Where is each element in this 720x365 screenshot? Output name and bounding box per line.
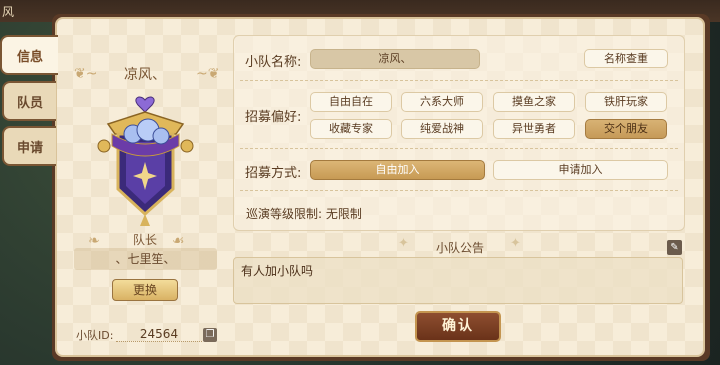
preference-tag[interactable]: 收藏专家 bbox=[310, 119, 392, 139]
divider bbox=[240, 80, 678, 81]
preference-tag[interactable]: 摸鱼之家 bbox=[493, 92, 575, 112]
notice-left-deco-icon: ✦ bbox=[398, 236, 409, 251]
method-label: 招募方式: bbox=[245, 166, 302, 181]
tab-apply[interactable]: 申请 bbox=[2, 126, 56, 166]
divider bbox=[240, 190, 678, 191]
notice-right-deco-icon: ✦ bbox=[510, 236, 521, 251]
left-flourish-icon: ❦~ bbox=[74, 66, 98, 82]
confirm-button[interactable]: 确认 bbox=[415, 311, 501, 342]
notice-title: 小队公告 bbox=[435, 241, 484, 255]
free-join-option[interactable]: 自由加入 bbox=[310, 160, 485, 180]
tab-members[interactable]: 队员 bbox=[2, 81, 56, 121]
preference-tag-selected[interactable]: 交个朋友 bbox=[585, 119, 667, 139]
name-check-button[interactable]: 名称查重 bbox=[584, 49, 668, 68]
preference-tag[interactable]: 纯爱战神 bbox=[401, 119, 483, 139]
edit-icon[interactable]: ✎ bbox=[667, 240, 682, 255]
leader-left-flourish-icon: ❧ bbox=[88, 233, 100, 249]
preference-tag[interactable]: 铁肝玩家 bbox=[585, 92, 667, 112]
level-limit-text: 巡演等级限制: 无限制 bbox=[246, 207, 362, 221]
preference-tag[interactable]: 自由自在 bbox=[310, 92, 392, 112]
notice-content[interactable]: 有人加小队吗 bbox=[233, 257, 683, 304]
preference-label: 招募偏好: bbox=[245, 110, 302, 125]
apply-join-option[interactable]: 申请加入 bbox=[493, 160, 668, 180]
preference-tag[interactable]: 六系大师 bbox=[401, 92, 483, 112]
team-id-value: 24564 bbox=[116, 327, 202, 342]
copy-icon[interactable]: ❐ bbox=[203, 328, 217, 342]
team-name-label: 小队名称: bbox=[245, 55, 302, 70]
preference-tag[interactable]: 异世勇者 bbox=[493, 119, 575, 139]
team-emblem-icon bbox=[97, 96, 194, 226]
right-flourish-icon: ~❦ bbox=[196, 66, 220, 82]
team-id-label: 小队ID: bbox=[76, 329, 114, 342]
team-name-title: 凉风、 bbox=[124, 67, 166, 83]
window-title: 风 bbox=[2, 5, 15, 19]
team-name-field[interactable]: 凉风、 bbox=[310, 49, 480, 69]
divider bbox=[240, 148, 678, 149]
leader-name: 、七里笙、 bbox=[74, 248, 217, 270]
change-leader-button[interactable]: 更换 bbox=[112, 279, 178, 301]
leader-right-flourish-icon: ☙ bbox=[172, 233, 185, 249]
tab-info[interactable]: 信息 bbox=[0, 35, 58, 75]
